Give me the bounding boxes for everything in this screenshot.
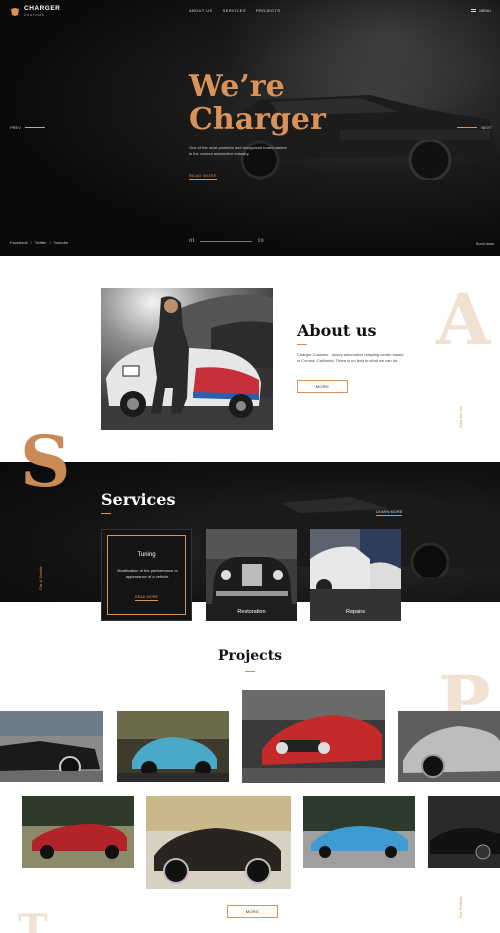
- pager-current: 01: [189, 238, 196, 244]
- tuning-read-more-label: READ MORE: [135, 595, 158, 601]
- scroll-down-link[interactable]: Scroll down: [476, 242, 494, 246]
- nav-link-about[interactable]: ABOUT US: [189, 8, 213, 13]
- about-title: About us: [297, 321, 377, 340]
- tuning-title: Tuning: [137, 552, 156, 558]
- social-separator: /: [49, 240, 51, 245]
- next-slide-button[interactable]: NEXT: [457, 125, 492, 130]
- prev-line: [24, 127, 45, 128]
- project-item[interactable]: [0, 711, 103, 782]
- project-item[interactable]: [303, 796, 415, 868]
- hero-read-more-link[interactable]: READ MORE: [189, 173, 217, 180]
- projects-title: Projects: [217, 648, 283, 664]
- service-card-restoration[interactable]: Restoration: [206, 529, 297, 621]
- projects-underline: [245, 671, 255, 672]
- next-line: [457, 127, 478, 128]
- logo-icon: [11, 8, 19, 16]
- pager-total: 10: [257, 238, 264, 244]
- about-big-letter: A: [436, 278, 491, 361]
- nav-link-projects[interactable]: PROJECTS: [256, 8, 281, 13]
- hero-title-line2: Charger: [189, 102, 326, 137]
- project-photo: [398, 711, 500, 782]
- restoration-label: Restoration: [237, 609, 266, 615]
- project-photo: [22, 796, 134, 868]
- tuning-description: Modification of the performance or appea…: [117, 568, 178, 579]
- brand-logo[interactable]: CHARGER CUSTOMS: [10, 5, 61, 18]
- about-photo: [101, 288, 273, 430]
- hamburger-icon: [471, 9, 477, 12]
- menu-label: MENU: [479, 8, 491, 13]
- brand-sub: CUSTOMS: [24, 13, 45, 17]
- project-item[interactable]: [242, 690, 385, 783]
- repairs-label: Repairs: [346, 609, 365, 615]
- prev-slide-button[interactable]: PREV: [10, 125, 45, 130]
- nav-links: ABOUT US SERVICES PROJECTS: [189, 8, 280, 13]
- services-learn-more-link[interactable]: LEARN MORE: [376, 509, 403, 516]
- project-photo: [303, 796, 415, 868]
- project-photo: [0, 711, 103, 782]
- about-image: [101, 288, 273, 430]
- project-item[interactable]: [398, 711, 500, 782]
- services-title: Services: [101, 490, 176, 509]
- slide-pager: 01 10: [189, 238, 264, 244]
- project-photo: [146, 796, 291, 889]
- service-card-tuning[interactable]: Tuning Modification of the performance o…: [101, 529, 192, 621]
- project-photo: [242, 690, 385, 783]
- services-side-label: Car & Details: [38, 566, 43, 590]
- project-photo: [428, 796, 500, 868]
- social-facebook[interactable]: Facebook: [10, 240, 28, 245]
- services-big-letter: S: [20, 420, 71, 503]
- projects-side-label: Our Portfolio: [458, 895, 463, 918]
- restoration-photo: [206, 529, 297, 621]
- about-more-button[interactable]: MORE: [297, 380, 348, 393]
- nav-link-services[interactable]: SERVICES: [223, 8, 246, 13]
- hero-section: CHARGER CUSTOMS ABOUT US SERVICES PROJEC…: [0, 0, 500, 256]
- tuning-read-more[interactable]: READ MORE: [102, 595, 191, 601]
- project-photo: [117, 711, 229, 782]
- social-separator: /: [30, 240, 32, 245]
- brand-name: CHARGER: [24, 5, 61, 12]
- project-item[interactable]: [428, 796, 500, 868]
- about-text: Charger Customs - luxury automotive rest…: [297, 352, 404, 363]
- project-item[interactable]: [22, 796, 134, 868]
- repairs-photo: [310, 529, 401, 621]
- social-twitter[interactable]: Twitter: [35, 240, 47, 245]
- projects-more-button[interactable]: MORE: [227, 905, 278, 918]
- social-links: Facebook / Twitter / Youtube: [10, 240, 68, 245]
- menu-button[interactable]: MENU: [471, 8, 491, 13]
- social-youtube[interactable]: Youtube: [54, 240, 69, 245]
- about-underline: [297, 344, 307, 345]
- hero-title-line1: We’re: [189, 69, 285, 104]
- project-item[interactable]: [146, 796, 291, 889]
- service-card-repairs[interactable]: Repairs: [310, 529, 401, 621]
- hero-description: One of the most powerful and recognized …: [189, 145, 287, 156]
- pager-progress: [200, 240, 253, 242]
- services-underline: [101, 513, 111, 514]
- top-nav: CHARGER CUSTOMS ABOUT US SERVICES PROJEC…: [0, 0, 500, 22]
- prev-label: PREV: [10, 125, 21, 130]
- next-label: NEXT: [481, 125, 492, 130]
- bottom-big-letter: T: [18, 906, 48, 933]
- about-side-label: Who We are: [458, 405, 463, 428]
- hero-title: We’re Charger: [189, 70, 326, 136]
- project-item[interactable]: [117, 711, 229, 782]
